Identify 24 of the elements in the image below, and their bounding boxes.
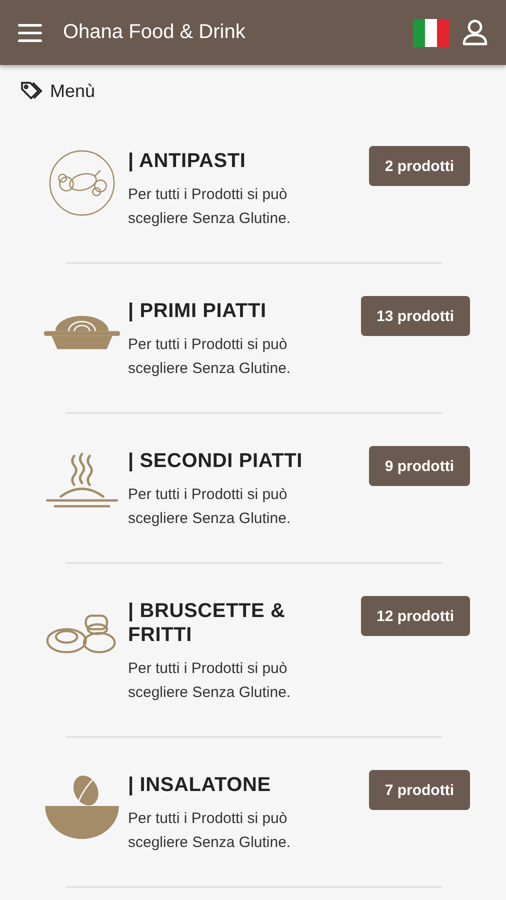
category-description: Per tutti i Prodotti si può scegliere Senza Glutine. <box>128 335 292 379</box>
vegetables-icon <box>48 149 116 217</box>
category-description: Per tutti i Prodotti si può scegliere Senza Glutine. <box>128 485 292 529</box>
category-description: Per tutti i Prodotti si può scegliere Senza Glutine. <box>128 659 292 703</box>
category-title[interactable]: | ANTIPASTI <box>128 149 359 173</box>
category-title[interactable]: | INSALATONE <box>128 773 359 797</box>
pasta-bowl-icon <box>43 314 121 352</box>
salad-bowl-icon <box>43 773 121 841</box>
product-count-button[interactable]: 2 prodotti <box>368 146 470 186</box>
category-description: Per tutti i Prodotti si può scegliere Senza Glutine. <box>128 185 292 229</box>
product-count-button[interactable]: 9 prodotti <box>368 446 470 486</box>
product-count-button[interactable]: 12 prodotti <box>360 596 470 636</box>
category-title[interactable]: | PRIMI PIATTI <box>128 299 350 323</box>
menu-icon[interactable] <box>18 22 42 42</box>
category-title[interactable]: | BRUSCETTE & FRITTI <box>128 599 350 647</box>
category-description: Per tutti i Prodotti si può scegliere Senza Glutine. <box>128 809 292 853</box>
tag-icon <box>20 81 44 101</box>
breadcrumb-label: Menù <box>50 80 96 102</box>
flag-icon[interactable] <box>413 18 449 46</box>
category-title[interactable]: | SECONDI PIATTI <box>128 449 359 473</box>
product-count-button[interactable]: 13 prodotti <box>360 296 470 336</box>
app-title: Ohana Food & Drink <box>63 21 246 44</box>
user-icon[interactable] <box>462 18 488 46</box>
product-count-button[interactable]: 7 prodotti <box>368 770 470 810</box>
